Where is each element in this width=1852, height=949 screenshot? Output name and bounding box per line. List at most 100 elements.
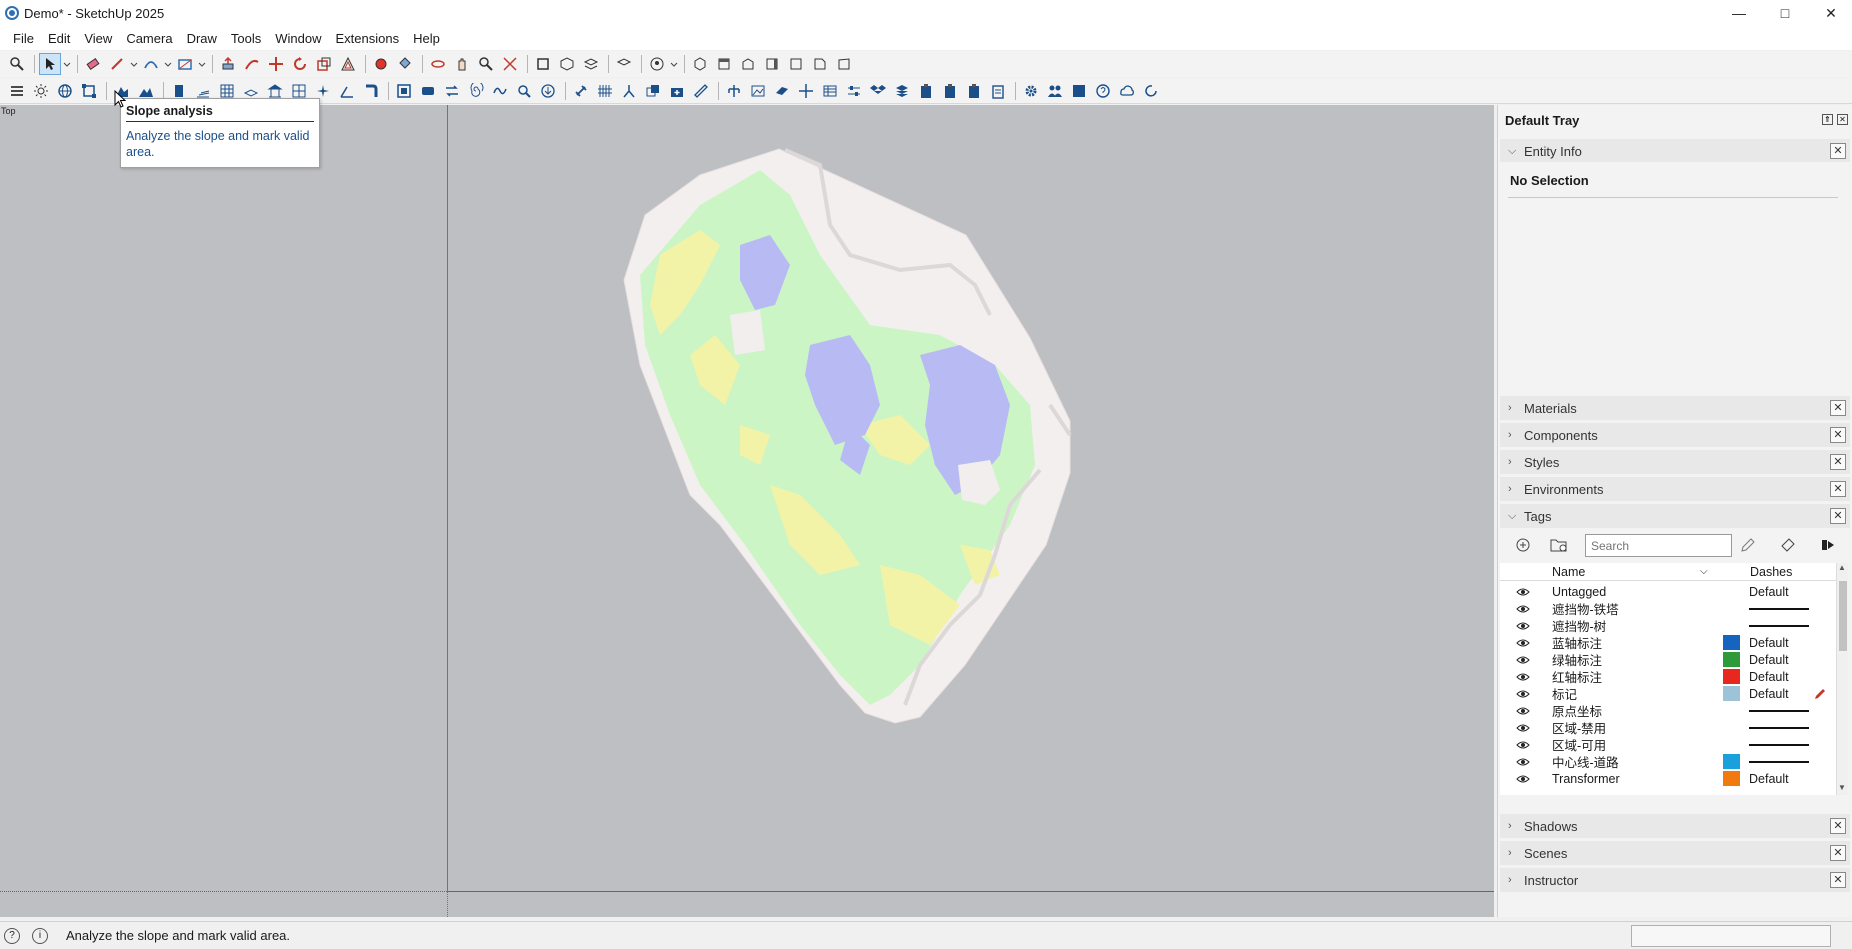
clipboard-kwh-icon[interactable] (939, 80, 961, 102)
close-icon[interactable]: ✕ (1808, 0, 1852, 26)
zoom-extents-icon[interactable] (499, 53, 521, 75)
menu-help[interactable]: Help (406, 31, 447, 46)
view-back-icon[interactable] (785, 53, 807, 75)
tag-color-swatch[interactable] (1723, 754, 1740, 769)
rectangle-icon[interactable] (174, 53, 196, 75)
close-icon[interactable]: ✕ (1830, 845, 1846, 861)
tag-row[interactable]: 蓝轴标注 Default (1500, 634, 1840, 651)
download-icon[interactable] (537, 80, 559, 102)
tag-row[interactable]: 遮挡物-铁塔 (1500, 600, 1840, 617)
tag-row[interactable]: Transformer Default (1500, 770, 1840, 787)
panel-instructor[interactable]: › Instructor ✕ (1500, 868, 1850, 892)
sliders-icon[interactable] (843, 80, 865, 102)
select-icon[interactable] (39, 53, 61, 75)
menu-window[interactable]: Window (268, 31, 328, 46)
visibility-eye-icon[interactable] (1516, 587, 1530, 597)
crosshair-icon[interactable] (795, 80, 817, 102)
surface-icon[interactable] (771, 80, 793, 102)
pipe-icon[interactable] (360, 80, 382, 102)
pencil-icon[interactable] (1739, 536, 1757, 557)
link-icon[interactable] (570, 80, 592, 102)
cloud-upload-icon[interactable] (1116, 80, 1138, 102)
hierarchy-icon[interactable] (723, 80, 745, 102)
menu-camera[interactable]: Camera (119, 31, 179, 46)
add-tag-icon[interactable] (1510, 534, 1536, 556)
bounding-box-icon[interactable] (78, 80, 100, 102)
tag-color-swatch[interactable] (1723, 652, 1740, 667)
tag-dashes[interactable]: Default (1749, 670, 1789, 684)
ruler-icon[interactable] (690, 80, 712, 102)
clipboard-list-icon[interactable] (987, 80, 1009, 102)
line-icon[interactable] (106, 53, 128, 75)
close-icon[interactable]: ✕ (1830, 143, 1846, 159)
add-folder-icon[interactable] (1546, 534, 1572, 556)
account-icon[interactable] (646, 53, 668, 75)
close-icon[interactable]: ✕ (1830, 454, 1846, 470)
curve-icon[interactable] (489, 80, 511, 102)
tray-pin-icon[interactable]: ⇑ (1822, 114, 1833, 125)
help-circle-icon[interactable] (1092, 80, 1114, 102)
menu-view[interactable]: View (77, 31, 119, 46)
select-dropdown-icon[interactable] (63, 53, 71, 75)
tag-dashes[interactable]: Default (1749, 636, 1789, 650)
tag-row[interactable]: 区域-可用 (1500, 736, 1840, 753)
refresh-icon[interactable] (1140, 80, 1162, 102)
menu-draw[interactable]: Draw (180, 31, 224, 46)
paint-bucket-icon[interactable] (394, 53, 416, 75)
tray-close-icon[interactable]: ✕ (1837, 114, 1848, 125)
tripod-icon[interactable] (618, 80, 640, 102)
visibility-eye-icon[interactable] (1516, 672, 1530, 682)
image-icon[interactable] (747, 80, 769, 102)
tag-row[interactable]: 遮挡物-树 (1500, 617, 1840, 634)
minimize-icon[interactable]: — (1716, 0, 1762, 26)
search-zoom-icon[interactable] (513, 80, 535, 102)
close-icon[interactable]: ✕ (1830, 508, 1846, 524)
visibility-eye-icon[interactable] (1516, 774, 1530, 784)
geo-location-icon[interactable]: ? (4, 927, 20, 944)
panel-entity-info[interactable]: ⌵ Entity Info ✕ (1500, 139, 1850, 163)
close-icon[interactable]: ✕ (1830, 400, 1846, 416)
view-left-icon[interactable] (809, 53, 831, 75)
tag-eraser-icon[interactable] (1779, 536, 1797, 557)
zoom-tool-icon[interactable] (475, 53, 497, 75)
users-icon[interactable] (1044, 80, 1066, 102)
tags-scrollbar[interactable]: ▲ ▼ (1836, 563, 1848, 795)
layout-icon[interactable] (580, 53, 602, 75)
dropbox-icon[interactable] (867, 80, 889, 102)
scroll-thumb[interactable] (1839, 581, 1847, 651)
axis-tool-icon[interactable] (336, 80, 358, 102)
tag-dashes[interactable]: Default (1749, 653, 1789, 667)
fence-icon[interactable] (594, 80, 616, 102)
rotate-icon[interactable] (289, 53, 311, 75)
tag-name[interactable]: Transformer (1552, 772, 1620, 786)
copy-array-icon[interactable] (642, 80, 664, 102)
zoom-icon[interactable] (6, 53, 28, 75)
tag-row[interactable]: 中心线-道路 (1500, 753, 1840, 770)
extension-warehouse-icon[interactable] (556, 53, 578, 75)
tag-row[interactable]: 标记 Default (1500, 685, 1840, 702)
medical-kit-icon[interactable] (666, 80, 688, 102)
terrain-model[interactable] (0, 105, 1494, 917)
tag-color-swatch[interactable] (1723, 686, 1740, 701)
tag-color-swatch[interactable] (1723, 771, 1740, 786)
move-icon[interactable] (265, 53, 287, 75)
view-top-icon[interactable] (713, 53, 735, 75)
panel-environments[interactable]: › Environments ✕ (1500, 477, 1850, 501)
panel-tags[interactable]: ⌵ Tags ✕ (1500, 504, 1850, 528)
tag-dashes[interactable]: Default (1749, 585, 1789, 599)
arc-icon[interactable] (140, 53, 162, 75)
menu-extensions[interactable]: Extensions (329, 31, 407, 46)
dash-solid-line[interactable] (1749, 744, 1809, 746)
dash-solid-line[interactable] (1749, 727, 1809, 729)
modeling-viewport[interactable]: Top (0, 105, 1494, 917)
tag-row[interactable]: 原点坐标 (1500, 702, 1840, 719)
panel-shadows[interactable]: › Shadows ✕ (1500, 814, 1850, 838)
column-dashes[interactable]: Dashes (1750, 565, 1792, 579)
table-icon[interactable] (819, 80, 841, 102)
visibility-eye-icon[interactable] (1516, 655, 1530, 665)
tag-name[interactable]: Untagged (1552, 585, 1606, 599)
close-icon[interactable]: ✕ (1830, 481, 1846, 497)
dash-solid-line[interactable] (1749, 761, 1809, 763)
label-icon[interactable] (417, 80, 439, 102)
3d-warehouse-icon[interactable] (532, 53, 554, 75)
